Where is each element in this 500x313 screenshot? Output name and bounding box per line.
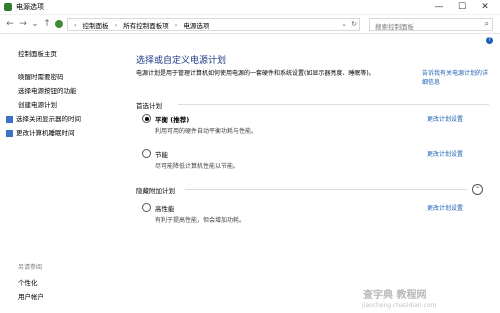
breadcrumb-all-items[interactable]: 所有控制面板项 [123,20,169,30]
plan-power-saver-name[interactable]: 节能 [155,149,168,159]
page-title: 选择或自定义电源计划 [136,56,227,66]
sidebar-item-display-off[interactable]: 选择关闭显示器的时间 [6,113,81,123]
back-icon[interactable]: ← [5,19,15,29]
power-options-icon [4,3,12,11]
change-plan-settings-link[interactable]: 更改计划设置 [427,114,463,123]
sidebar-item-sleep-time[interactable]: 更改计算机睡眠时间 [6,127,75,137]
plan-high-performance-name[interactable]: 高性能 [155,203,175,213]
moon-icon [6,129,13,137]
divider [185,189,467,190]
control-panel-icon [55,20,63,28]
main-content: ? 选择或自定义电源计划 电源计划是用于管理计算机如何使用电源的一套硬件和系统设… [113,34,500,313]
see-also-personalization[interactable]: 个性化 [18,277,38,287]
address-dropdown-icon[interactable]: ⌄ [341,20,347,28]
watermark-logo: 查字典 教程网 [363,290,427,301]
plan-balanced-name[interactable]: 平衡 (推荐) [155,114,189,124]
change-plan-settings-link[interactable]: 更改计划设置 [427,149,463,158]
collapse-chevron-icon[interactable]: ⌃ [472,184,483,195]
search-placeholder: 搜索控制面板 [375,22,414,31]
watermark-url: jiaocheng.chazidian.com [362,302,437,309]
page-description: 电源计划是用于管理计算机如何使用电源的一套硬件和系统设置(如显示器亮度、睡眠等)… [136,70,375,77]
change-plan-settings-link[interactable]: 更改计划设置 [427,203,463,212]
forward-icon[interactable]: → [18,19,28,29]
breadcrumb-separator: › [114,20,118,29]
sidebar-item-power-button[interactable]: 选择电源按钮的功能 [18,85,77,95]
address-bar[interactable]: › 控制面板 › 所有控制面板项 › 电源选项 ⌄ ↻ [67,18,360,31]
up-icon[interactable]: ↑ [42,19,52,29]
plan-high-performance-radio[interactable] [142,203,151,212]
sidebar-item-create-plan[interactable]: 创建电源计划 [18,99,57,109]
help-icon[interactable]: ? [486,37,493,44]
breadcrumb-separator: › [74,20,77,29]
refresh-icon[interactable]: ↻ [351,20,357,28]
minimize-button[interactable]: — [428,0,450,14]
search-icon[interactable]: ⌕ [485,19,489,29]
sidebar-item-label: 更改计算机睡眠时间 [16,129,75,137]
sidebar-item-password-on-wake[interactable]: 唤醒时需要密码 [18,71,64,81]
breadcrumb-power-options[interactable]: 电源选项 [183,20,209,30]
search-input[interactable]: 搜索控制面板 ⌕ [369,18,493,31]
see-also-heading: 另请参阅 [18,264,43,271]
shield-icon [6,115,13,123]
plan-high-performance-desc: 有利于提高性能，但会增加功耗。 [155,217,246,224]
divider [178,104,489,105]
breadcrumb-separator: › [174,20,178,29]
title-bar: 电源选项 — ☐ ✕ [0,0,500,15]
sidebar-home-link[interactable]: 控制面板主页 [18,48,57,58]
maximize-button[interactable]: ☐ [451,0,473,14]
hide-additional-plans-label[interactable]: 隐藏附加计划 [136,185,175,195]
close-button[interactable]: ✕ [474,0,496,14]
plan-power-saver-radio[interactable] [142,149,151,158]
recent-locations-icon[interactable]: ⌄ [30,19,40,29]
plan-balanced-desc: 利用可用的硬件自动平衡功耗与性能。 [155,128,258,135]
navigation-bar: ← → ⌄ ↑ › 控制面板 › 所有控制面板项 › 电源选项 ⌄ ↻ 搜索控制… [0,15,500,34]
sidebar-item-label: 选择关闭显示器的时间 [16,115,81,123]
breadcrumb-control-panel[interactable]: 控制面板 [83,20,109,30]
preferred-plans-label: 首选计划 [136,102,162,110]
plan-power-saver-desc: 尽可能降低计算机性能以节能。 [155,163,240,170]
see-also-user-accounts[interactable]: 用户帐户 [18,291,44,301]
plan-balanced-radio[interactable] [142,114,151,123]
learn-more-link[interactable]: 告诉我有关电源计划的详细信息 [422,69,492,87]
window-title: 电源选项 [16,3,44,11]
sidebar: 控制面板主页 唤醒时需要密码 选择电源按钮的功能 创建电源计划 选择关闭显示器的… [0,34,112,313]
